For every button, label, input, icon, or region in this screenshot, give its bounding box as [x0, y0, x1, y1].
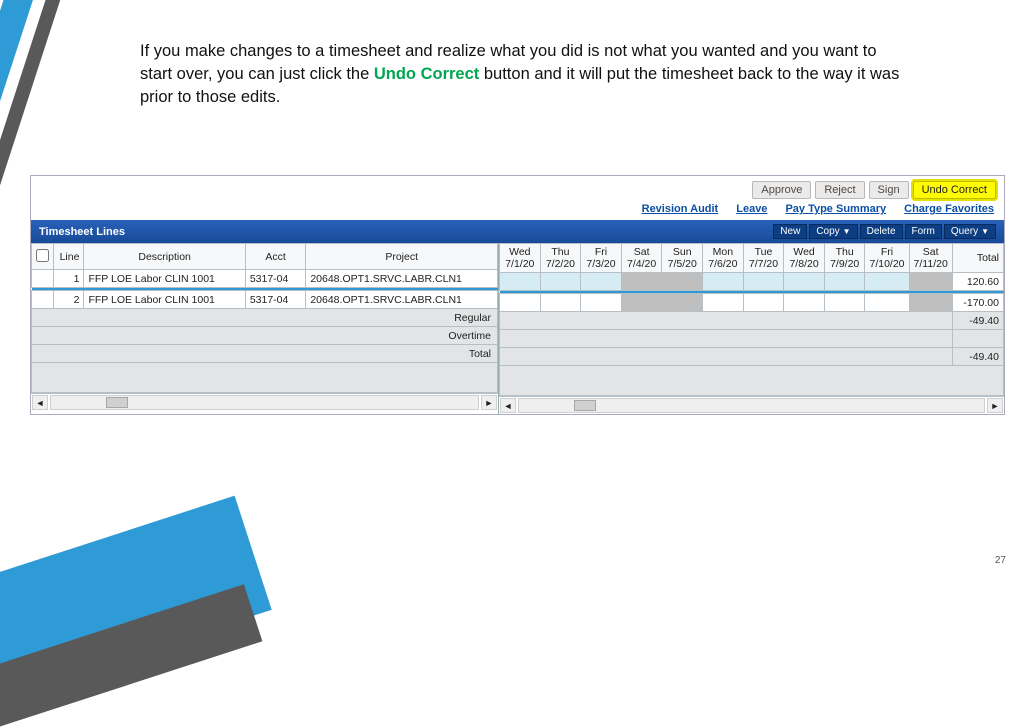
cell-project: 20648.OPT1.SRVC.LABR.CLN1 — [306, 291, 498, 309]
col-day: Thu7/9/20 — [824, 244, 865, 273]
charge-favorites-link[interactable]: Charge Favorites — [904, 203, 994, 215]
cell-line: 2 — [54, 291, 84, 309]
table-row[interactable]: 2 FFP LOE Labor CLIN 1001 5317-04 20648.… — [32, 291, 498, 309]
cell-total: 120.60 — [952, 273, 1003, 291]
col-day: Sun7/5/20 — [662, 244, 703, 273]
cell-acct: 5317-04 — [245, 270, 306, 288]
scroll-track[interactable] — [518, 398, 985, 413]
revision-audit-link[interactable]: Revision Audit — [642, 203, 719, 215]
col-description: Description — [84, 244, 245, 270]
copy-button[interactable]: Copy — [809, 224, 857, 239]
table-row[interactable]: -170.00 — [500, 294, 1004, 312]
scroll-track[interactable] — [50, 395, 479, 410]
slide-instruction-text: If you make changes to a timesheet and r… — [140, 40, 900, 109]
timesheet-app: Approve Reject Sign Undo Correct Revisio… — [30, 175, 1005, 415]
left-grid: Line Description Acct Project 1 FFP LOE … — [31, 243, 499, 414]
chevron-down-icon — [840, 226, 851, 237]
cell-total: -170.00 — [952, 294, 1003, 312]
h-scrollbar-left[interactable]: ◄ ► — [31, 393, 498, 411]
summary-total-label: Total — [32, 345, 498, 363]
cell-line: 1 — [54, 270, 84, 288]
scroll-thumb[interactable] — [106, 397, 128, 408]
section-title: Timesheet Lines — [39, 226, 125, 238]
cell-project: 20648.OPT1.SRVC.LABR.CLN1 — [306, 270, 498, 288]
table-row[interactable]: 1 FFP LOE Labor CLIN 1001 5317-04 20648.… — [32, 270, 498, 288]
col-line: Line — [54, 244, 84, 270]
cell-description: FFP LOE Labor CLIN 1001 — [84, 291, 245, 309]
left-table: Line Description Acct Project 1 FFP LOE … — [31, 243, 498, 393]
checkbox-header[interactable] — [32, 244, 54, 270]
new-button[interactable]: New — [773, 224, 807, 239]
col-day: Thu7/2/20 — [540, 244, 581, 273]
scroll-thumb[interactable] — [574, 400, 596, 411]
summary-regular-label: Regular — [32, 309, 498, 327]
section-header: Timesheet Lines New Copy Delete Form Que… — [31, 220, 1004, 243]
col-day: Fri7/3/20 — [581, 244, 622, 273]
scroll-right-icon[interactable]: ► — [481, 395, 497, 410]
scroll-left-icon[interactable]: ◄ — [500, 398, 516, 413]
query-button[interactable]: Query — [944, 224, 996, 239]
cell-description: FFP LOE Labor CLIN 1001 — [84, 270, 245, 288]
undo-correct-button[interactable]: Undo Correct — [913, 181, 996, 199]
sign-button[interactable]: Sign — [869, 181, 909, 199]
copy-label: Copy — [816, 226, 839, 237]
h-scrollbar-right[interactable]: ◄ ► — [499, 396, 1004, 414]
grid-wrap: Line Description Acct Project 1 FFP LOE … — [31, 243, 1004, 414]
summary-regular-total: -49.40 — [952, 312, 1003, 330]
link-row: Revision Audit Leave Pay Type Summary Ch… — [31, 201, 1004, 220]
scroll-right-icon[interactable]: ► — [987, 398, 1003, 413]
query-label: Query — [951, 226, 978, 237]
reject-button[interactable]: Reject — [815, 181, 864, 199]
col-project: Project — [306, 244, 498, 270]
select-all-checkbox[interactable] — [36, 249, 49, 262]
right-grid: Wed7/1/20 Thu7/2/20 Fri7/3/20 Sat7/4/20 … — [499, 243, 1004, 414]
col-day: Tue7/7/20 — [743, 244, 784, 273]
right-table: Wed7/1/20 Thu7/2/20 Fri7/3/20 Sat7/4/20 … — [499, 243, 1004, 396]
col-day: Wed7/8/20 — [784, 244, 825, 273]
scroll-left-icon[interactable]: ◄ — [32, 395, 48, 410]
page-number: 27 — [995, 555, 1006, 566]
action-button-row: Approve Reject Sign Undo Correct — [31, 176, 1004, 201]
leave-link[interactable]: Leave — [736, 203, 767, 215]
undo-correct-keyword: Undo Correct — [374, 65, 479, 83]
cell-acct: 5317-04 — [245, 291, 306, 309]
col-day: Wed7/1/20 — [500, 244, 541, 273]
grid-toolbar: New Copy Delete Form Query — [773, 224, 996, 239]
col-day: Fri7/10/20 — [865, 244, 909, 273]
col-acct: Acct — [245, 244, 306, 270]
col-day: Mon7/6/20 — [703, 244, 744, 273]
pay-type-summary-link[interactable]: Pay Type Summary — [785, 203, 886, 215]
summary-overtime-label: Overtime — [32, 327, 498, 345]
summary-total-total: -49.40 — [952, 348, 1003, 366]
col-total: Total — [952, 244, 1003, 273]
table-row[interactable]: 120.60 — [500, 273, 1004, 291]
delete-button[interactable]: Delete — [860, 224, 903, 239]
approve-button[interactable]: Approve — [752, 181, 811, 199]
col-day: Sat7/4/20 — [621, 244, 662, 273]
col-day: Sat7/11/20 — [909, 244, 952, 273]
summary-overtime-total — [952, 330, 1003, 348]
form-button[interactable]: Form — [905, 224, 942, 239]
chevron-down-icon — [978, 226, 989, 237]
